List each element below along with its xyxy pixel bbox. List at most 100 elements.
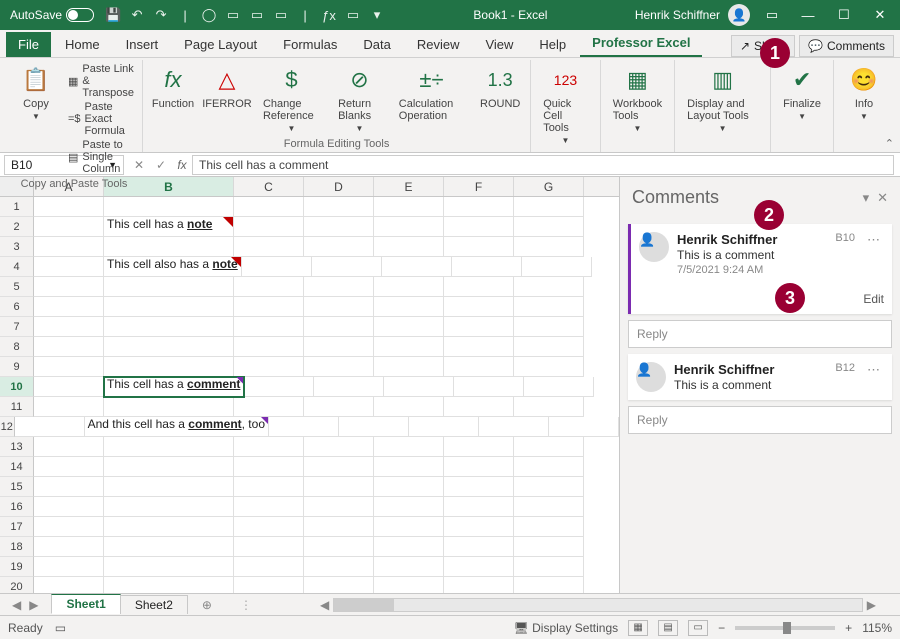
info-button[interactable]: 😊Info▼: [842, 62, 886, 123]
cell[interactable]: [34, 297, 104, 317]
display-layout-tools-button[interactable]: ▥Display and Layout Tools▼: [683, 62, 762, 135]
qat-dropdown-icon[interactable]: ▾: [368, 6, 386, 24]
cell[interactable]: [304, 497, 374, 517]
cell[interactable]: [304, 557, 374, 577]
row-header[interactable]: 13: [0, 437, 34, 457]
cell[interactable]: [34, 497, 104, 517]
cell[interactable]: [269, 417, 339, 437]
cell[interactable]: [444, 437, 514, 457]
cell[interactable]: [104, 537, 234, 557]
cell[interactable]: [234, 517, 304, 537]
cell[interactable]: [374, 557, 444, 577]
tab-home[interactable]: Home: [53, 32, 112, 57]
cell[interactable]: [444, 557, 514, 577]
cell[interactable]: [34, 457, 104, 477]
cell[interactable]: [234, 357, 304, 377]
comment-thread[interactable]: 👤Henrik SchiffnerThis is a commentB12⋯: [628, 354, 892, 400]
cell[interactable]: [514, 337, 584, 357]
cell[interactable]: [374, 577, 444, 593]
cell[interactable]: [304, 277, 374, 297]
zoom-out-icon[interactable]: −: [718, 621, 725, 635]
cell[interactable]: [514, 557, 584, 577]
cell[interactable]: [514, 577, 584, 593]
tab-insert[interactable]: Insert: [114, 32, 171, 57]
calculation-operation-button[interactable]: ±÷Calculation Operation: [395, 62, 468, 124]
cell[interactable]: [374, 457, 444, 477]
cell[interactable]: [104, 397, 234, 417]
cell[interactable]: [34, 577, 104, 593]
cell[interactable]: [374, 517, 444, 537]
cell[interactable]: [444, 197, 514, 217]
round-button[interactable]: 1.3ROUND: [478, 62, 522, 112]
tab-formulas[interactable]: Formulas: [271, 32, 349, 57]
cell[interactable]: This cell has a note: [104, 217, 234, 237]
cell[interactable]: [234, 477, 304, 497]
cell[interactable]: [454, 377, 524, 397]
cell[interactable]: [304, 537, 374, 557]
row-header[interactable]: 18: [0, 537, 34, 557]
cell[interactable]: [104, 477, 234, 497]
cell[interactable]: [549, 417, 619, 437]
qat-icon[interactable]: ▭: [344, 6, 362, 24]
tab-review[interactable]: Review: [405, 32, 472, 57]
cell[interactable]: [234, 277, 304, 297]
normal-view-icon[interactable]: ▦: [628, 620, 648, 636]
cell[interactable]: [234, 457, 304, 477]
cell[interactable]: [234, 497, 304, 517]
cell[interactable]: [234, 577, 304, 593]
cell[interactable]: [524, 377, 594, 397]
cell[interactable]: [104, 557, 234, 577]
save-icon[interactable]: 💾: [104, 6, 122, 24]
cell[interactable]: [34, 537, 104, 557]
cell[interactable]: [34, 197, 104, 217]
redo-icon[interactable]: ↷: [152, 6, 170, 24]
cell[interactable]: [514, 517, 584, 537]
cell[interactable]: [34, 337, 104, 357]
display-settings-button[interactable]: 🖥 Display Settings: [514, 621, 619, 635]
cell[interactable]: [514, 237, 584, 257]
page-break-view-icon[interactable]: ▭: [688, 620, 708, 636]
cell[interactable]: [15, 417, 85, 437]
cell[interactable]: [34, 257, 104, 277]
qat-icon[interactable]: ▭: [224, 6, 242, 24]
comment-thread[interactable]: 👤Henrik SchiffnerThis is a comment7/5/20…: [628, 224, 892, 314]
finalize-button[interactable]: ✔Finalize▼: [779, 62, 825, 123]
cell[interactable]: [104, 237, 234, 257]
row-header[interactable]: 17: [0, 517, 34, 537]
cell[interactable]: [234, 437, 304, 457]
fx-icon[interactable]: fx: [172, 158, 192, 172]
cell[interactable]: [444, 577, 514, 593]
cell[interactable]: [374, 477, 444, 497]
cell[interactable]: [34, 437, 104, 457]
cell[interactable]: [444, 357, 514, 377]
zoom-in-icon[interactable]: +: [845, 621, 852, 635]
cell[interactable]: [374, 277, 444, 297]
cell[interactable]: [104, 357, 234, 377]
row-header[interactable]: 4: [0, 257, 34, 277]
cell[interactable]: [514, 437, 584, 457]
cell[interactable]: [104, 497, 234, 517]
cell[interactable]: [374, 357, 444, 377]
cell[interactable]: And this cell has a comment, too: [85, 417, 269, 437]
new-sheet-button[interactable]: ⊕: [198, 598, 216, 612]
cell[interactable]: [522, 257, 592, 277]
page-layout-view-icon[interactable]: ▤: [658, 620, 678, 636]
cell[interactable]: [304, 217, 374, 237]
cell[interactable]: [34, 217, 104, 237]
column-header[interactable]: F: [444, 177, 514, 196]
cell[interactable]: [234, 537, 304, 557]
iferror-button[interactable]: △IFERROR: [205, 62, 249, 112]
enter-formula-icon[interactable]: ✓: [150, 158, 172, 172]
cell[interactable]: [104, 437, 234, 457]
cell[interactable]: [514, 357, 584, 377]
row-header[interactable]: 7: [0, 317, 34, 337]
close-icon[interactable]: ✕: [866, 5, 894, 25]
cell[interactable]: [304, 517, 374, 537]
cell[interactable]: [244, 377, 314, 397]
tab-help[interactable]: Help: [527, 32, 578, 57]
row-header[interactable]: 11: [0, 397, 34, 417]
cell[interactable]: [304, 357, 374, 377]
cell[interactable]: [514, 317, 584, 337]
cell[interactable]: [104, 337, 234, 357]
return-blanks-button[interactable]: ⊘Return Blanks▼: [334, 62, 385, 135]
